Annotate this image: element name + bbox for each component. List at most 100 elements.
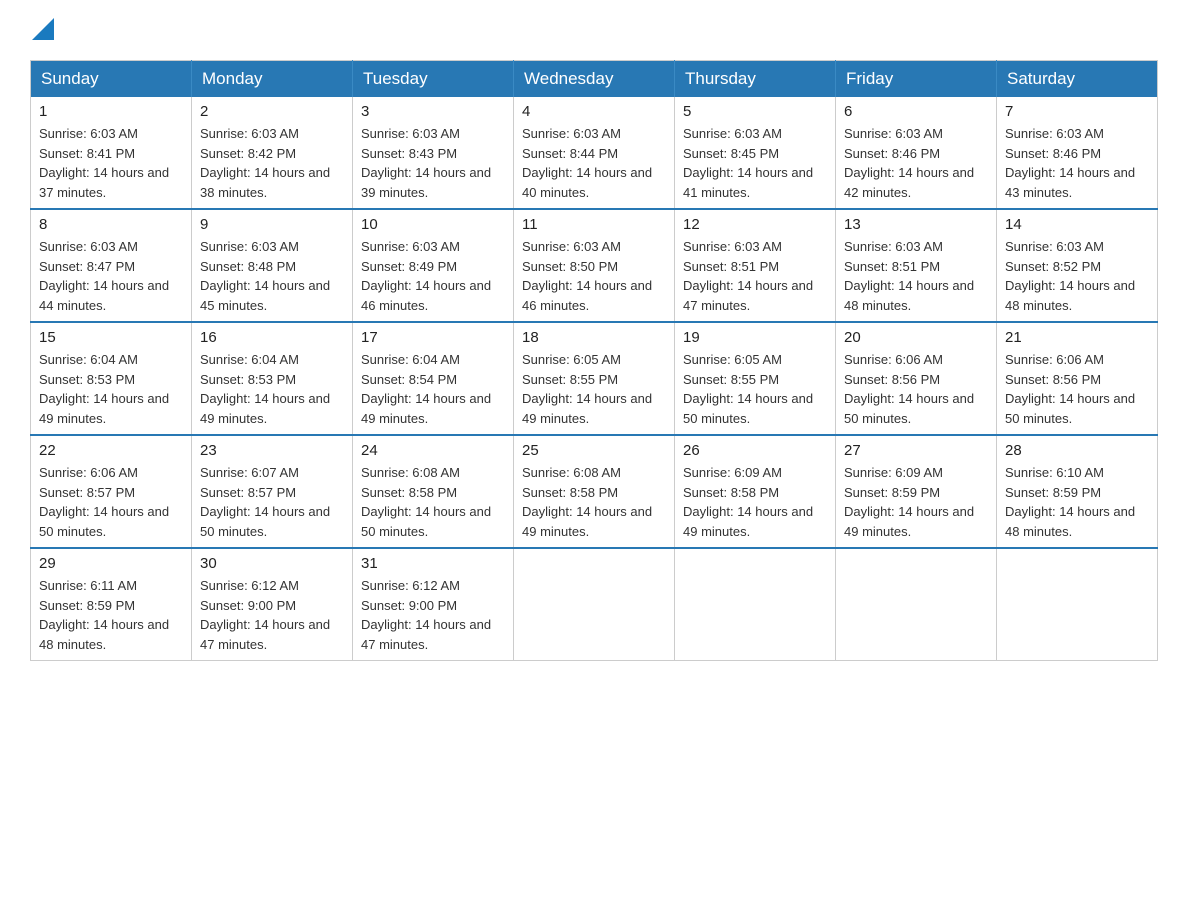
day-info: Sunrise: 6:03 AM Sunset: 8:49 PM Dayligh… xyxy=(361,237,505,315)
calendar-cell: 15 Sunrise: 6:04 AM Sunset: 8:53 PM Dayl… xyxy=(31,322,192,435)
calendar-cell: 29 Sunrise: 6:11 AM Sunset: 8:59 PM Dayl… xyxy=(31,548,192,661)
calendar-cell: 14 Sunrise: 6:03 AM Sunset: 8:52 PM Dayl… xyxy=(997,209,1158,322)
page-header xyxy=(30,20,1158,40)
day-number: 30 xyxy=(200,555,344,572)
week-row-3: 15 Sunrise: 6:04 AM Sunset: 8:53 PM Dayl… xyxy=(31,322,1158,435)
day-number: 5 xyxy=(683,103,827,120)
day-number: 28 xyxy=(1005,442,1149,459)
day-number: 17 xyxy=(361,329,505,346)
day-header-wednesday: Wednesday xyxy=(514,61,675,98)
day-number: 19 xyxy=(683,329,827,346)
day-info: Sunrise: 6:03 AM Sunset: 8:46 PM Dayligh… xyxy=(1005,124,1149,202)
calendar-table: SundayMondayTuesdayWednesdayThursdayFrid… xyxy=(30,60,1158,661)
day-info: Sunrise: 6:05 AM Sunset: 8:55 PM Dayligh… xyxy=(683,350,827,428)
calendar-cell: 28 Sunrise: 6:10 AM Sunset: 8:59 PM Dayl… xyxy=(997,435,1158,548)
day-info: Sunrise: 6:03 AM Sunset: 8:43 PM Dayligh… xyxy=(361,124,505,202)
day-info: Sunrise: 6:08 AM Sunset: 8:58 PM Dayligh… xyxy=(522,463,666,541)
calendar-cell: 3 Sunrise: 6:03 AM Sunset: 8:43 PM Dayli… xyxy=(353,97,514,209)
day-number: 14 xyxy=(1005,216,1149,233)
day-info: Sunrise: 6:04 AM Sunset: 8:53 PM Dayligh… xyxy=(39,350,183,428)
day-info: Sunrise: 6:03 AM Sunset: 8:47 PM Dayligh… xyxy=(39,237,183,315)
day-number: 23 xyxy=(200,442,344,459)
day-info: Sunrise: 6:03 AM Sunset: 8:45 PM Dayligh… xyxy=(683,124,827,202)
day-number: 6 xyxy=(844,103,988,120)
day-number: 18 xyxy=(522,329,666,346)
day-number: 13 xyxy=(844,216,988,233)
calendar-cell: 17 Sunrise: 6:04 AM Sunset: 8:54 PM Dayl… xyxy=(353,322,514,435)
day-info: Sunrise: 6:03 AM Sunset: 8:46 PM Dayligh… xyxy=(844,124,988,202)
day-info: Sunrise: 6:06 AM Sunset: 8:57 PM Dayligh… xyxy=(39,463,183,541)
calendar-cell: 16 Sunrise: 6:04 AM Sunset: 8:53 PM Dayl… xyxy=(192,322,353,435)
calendar-cell xyxy=(675,548,836,661)
day-info: Sunrise: 6:06 AM Sunset: 8:56 PM Dayligh… xyxy=(844,350,988,428)
day-number: 20 xyxy=(844,329,988,346)
calendar-cell: 31 Sunrise: 6:12 AM Sunset: 9:00 PM Dayl… xyxy=(353,548,514,661)
day-number: 15 xyxy=(39,329,183,346)
calendar-cell xyxy=(514,548,675,661)
calendar-cell: 23 Sunrise: 6:07 AM Sunset: 8:57 PM Dayl… xyxy=(192,435,353,548)
calendar-cell: 21 Sunrise: 6:06 AM Sunset: 8:56 PM Dayl… xyxy=(997,322,1158,435)
day-number: 10 xyxy=(361,216,505,233)
day-number: 25 xyxy=(522,442,666,459)
week-row-2: 8 Sunrise: 6:03 AM Sunset: 8:47 PM Dayli… xyxy=(31,209,1158,322)
day-number: 9 xyxy=(200,216,344,233)
day-header-monday: Monday xyxy=(192,61,353,98)
day-header-row: SundayMondayTuesdayWednesdayThursdayFrid… xyxy=(31,61,1158,98)
day-number: 24 xyxy=(361,442,505,459)
day-number: 21 xyxy=(1005,329,1149,346)
week-row-1: 1 Sunrise: 6:03 AM Sunset: 8:41 PM Dayli… xyxy=(31,97,1158,209)
calendar-cell: 13 Sunrise: 6:03 AM Sunset: 8:51 PM Dayl… xyxy=(836,209,997,322)
day-number: 1 xyxy=(39,103,183,120)
day-number: 31 xyxy=(361,555,505,572)
day-header-friday: Friday xyxy=(836,61,997,98)
day-info: Sunrise: 6:04 AM Sunset: 8:53 PM Dayligh… xyxy=(200,350,344,428)
day-info: Sunrise: 6:03 AM Sunset: 8:52 PM Dayligh… xyxy=(1005,237,1149,315)
calendar-cell xyxy=(836,548,997,661)
day-info: Sunrise: 6:08 AM Sunset: 8:58 PM Dayligh… xyxy=(361,463,505,541)
day-number: 26 xyxy=(683,442,827,459)
day-number: 11 xyxy=(522,216,666,233)
calendar-cell: 19 Sunrise: 6:05 AM Sunset: 8:55 PM Dayl… xyxy=(675,322,836,435)
calendar-cell: 25 Sunrise: 6:08 AM Sunset: 8:58 PM Dayl… xyxy=(514,435,675,548)
day-info: Sunrise: 6:12 AM Sunset: 9:00 PM Dayligh… xyxy=(361,576,505,654)
day-number: 7 xyxy=(1005,103,1149,120)
calendar-cell: 8 Sunrise: 6:03 AM Sunset: 8:47 PM Dayli… xyxy=(31,209,192,322)
calendar-cell: 30 Sunrise: 6:12 AM Sunset: 9:00 PM Dayl… xyxy=(192,548,353,661)
day-info: Sunrise: 6:03 AM Sunset: 8:50 PM Dayligh… xyxy=(522,237,666,315)
week-row-4: 22 Sunrise: 6:06 AM Sunset: 8:57 PM Dayl… xyxy=(31,435,1158,548)
day-info: Sunrise: 6:06 AM Sunset: 8:56 PM Dayligh… xyxy=(1005,350,1149,428)
day-header-tuesday: Tuesday xyxy=(353,61,514,98)
day-number: 8 xyxy=(39,216,183,233)
day-info: Sunrise: 6:11 AM Sunset: 8:59 PM Dayligh… xyxy=(39,576,183,654)
calendar-cell: 5 Sunrise: 6:03 AM Sunset: 8:45 PM Dayli… xyxy=(675,97,836,209)
calendar-cell: 18 Sunrise: 6:05 AM Sunset: 8:55 PM Dayl… xyxy=(514,322,675,435)
day-info: Sunrise: 6:03 AM Sunset: 8:41 PM Dayligh… xyxy=(39,124,183,202)
day-info: Sunrise: 6:04 AM Sunset: 8:54 PM Dayligh… xyxy=(361,350,505,428)
day-header-sunday: Sunday xyxy=(31,61,192,98)
calendar-cell xyxy=(997,548,1158,661)
day-number: 12 xyxy=(683,216,827,233)
day-info: Sunrise: 6:07 AM Sunset: 8:57 PM Dayligh… xyxy=(200,463,344,541)
day-info: Sunrise: 6:09 AM Sunset: 8:58 PM Dayligh… xyxy=(683,463,827,541)
day-number: 4 xyxy=(522,103,666,120)
week-row-5: 29 Sunrise: 6:11 AM Sunset: 8:59 PM Dayl… xyxy=(31,548,1158,661)
day-info: Sunrise: 6:10 AM Sunset: 8:59 PM Dayligh… xyxy=(1005,463,1149,541)
calendar-cell: 22 Sunrise: 6:06 AM Sunset: 8:57 PM Dayl… xyxy=(31,435,192,548)
calendar-cell: 24 Sunrise: 6:08 AM Sunset: 8:58 PM Dayl… xyxy=(353,435,514,548)
day-info: Sunrise: 6:03 AM Sunset: 8:51 PM Dayligh… xyxy=(844,237,988,315)
day-info: Sunrise: 6:03 AM Sunset: 8:44 PM Dayligh… xyxy=(522,124,666,202)
calendar-cell: 6 Sunrise: 6:03 AM Sunset: 8:46 PM Dayli… xyxy=(836,97,997,209)
calendar-cell: 26 Sunrise: 6:09 AM Sunset: 8:58 PM Dayl… xyxy=(675,435,836,548)
day-info: Sunrise: 6:03 AM Sunset: 8:42 PM Dayligh… xyxy=(200,124,344,202)
day-info: Sunrise: 6:03 AM Sunset: 8:51 PM Dayligh… xyxy=(683,237,827,315)
day-number: 16 xyxy=(200,329,344,346)
calendar-cell: 2 Sunrise: 6:03 AM Sunset: 8:42 PM Dayli… xyxy=(192,97,353,209)
day-number: 3 xyxy=(361,103,505,120)
logo-triangle-icon xyxy=(32,18,54,40)
day-header-thursday: Thursday xyxy=(675,61,836,98)
calendar-cell: 12 Sunrise: 6:03 AM Sunset: 8:51 PM Dayl… xyxy=(675,209,836,322)
calendar-cell: 11 Sunrise: 6:03 AM Sunset: 8:50 PM Dayl… xyxy=(514,209,675,322)
day-number: 2 xyxy=(200,103,344,120)
day-number: 29 xyxy=(39,555,183,572)
calendar-cell: 9 Sunrise: 6:03 AM Sunset: 8:48 PM Dayli… xyxy=(192,209,353,322)
